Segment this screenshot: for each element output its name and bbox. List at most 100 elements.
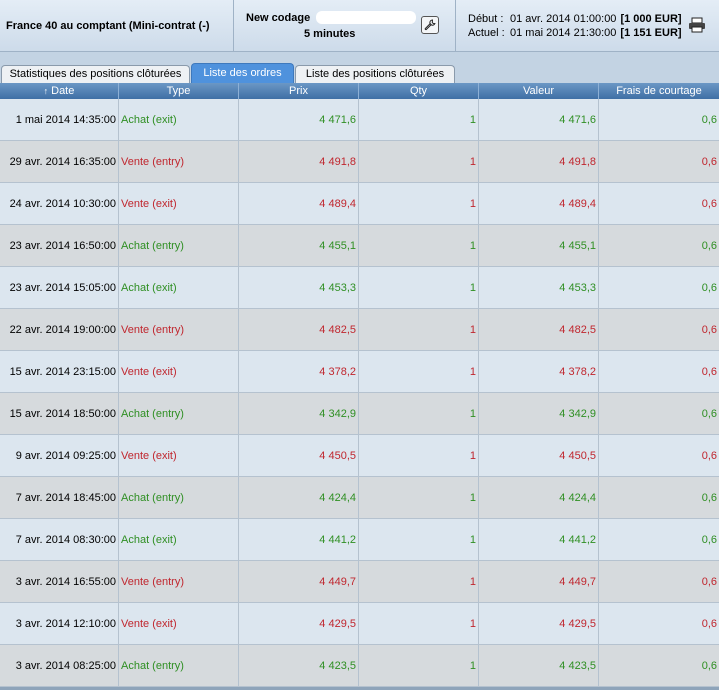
- table-row[interactable]: 15 avr. 2014 23:15:00 Vente (exit) 4 378,2…: [0, 351, 719, 393]
- order-qty: 1: [359, 225, 479, 267]
- actuel-label: Actuel :: [468, 27, 505, 39]
- tab-liste-ordres[interactable]: Liste des ordres: [191, 63, 294, 83]
- order-value: 4 441,2: [479, 519, 599, 561]
- order-price: 4 489,4: [239, 183, 359, 225]
- order-qty: 1: [359, 603, 479, 645]
- column-header-date[interactable]: ↑ Date: [0, 83, 119, 99]
- order-qty: 1: [359, 645, 479, 687]
- order-type: Achat (entry): [119, 477, 239, 519]
- column-header-frais[interactable]: Frais de courtage: [599, 83, 719, 99]
- order-type: Vente (exit): [119, 351, 239, 393]
- table-row[interactable]: 22 avr. 2014 19:00:00 Vente (entry) 4 482,…: [0, 309, 719, 351]
- printer-icon[interactable]: [686, 17, 708, 35]
- debut-value: 01 avr. 2014 01:00:00: [510, 13, 617, 25]
- codage-input[interactable]: [316, 11, 416, 24]
- order-date: 7 avr. 2014 08:30:00: [0, 519, 119, 561]
- order-price: 4 441,2: [239, 519, 359, 561]
- actuel-amount: [1 151 EUR]: [620, 27, 682, 39]
- order-price: 4 491,8: [239, 141, 359, 183]
- column-header-type[interactable]: Type: [119, 83, 239, 99]
- order-qty: 1: [359, 519, 479, 561]
- order-price: 4 342,9: [239, 393, 359, 435]
- order-qty: 1: [359, 183, 479, 225]
- table-row[interactable]: 3 avr. 2014 12:10:00 Vente (exit) 4 429,5 1…: [0, 603, 719, 645]
- orders-table: ↑ Date Type Prix Qty Valeur Frais de cour…: [0, 83, 719, 687]
- order-date: 3 avr. 2014 16:55:00: [0, 561, 119, 603]
- order-fee: 0,6: [599, 99, 719, 141]
- column-header-date-label: Date: [51, 85, 75, 97]
- table-row[interactable]: 7 avr. 2014 18:45:00 Achat (entry) 4 424,4…: [0, 477, 719, 519]
- table-row[interactable]: 23 avr. 2014 16:50:00 Achat (entry) 4 455,…: [0, 225, 719, 267]
- order-date: 23 avr. 2014 15:05:00: [0, 267, 119, 309]
- order-value: 4 378,2: [479, 351, 599, 393]
- order-qty: 1: [359, 99, 479, 141]
- table-row[interactable]: 1 mai 2014 14:35:00 Achat (exit) 4 471,6 1 4…: [0, 99, 719, 141]
- debut-line: Début : 01 avr. 2014 01:00:00 [1 000 EUR]: [468, 13, 682, 25]
- order-fee: 0,6: [599, 393, 719, 435]
- order-date: 3 avr. 2014 12:10:00: [0, 603, 119, 645]
- order-qty: 1: [359, 351, 479, 393]
- tab-positions-cloturees[interactable]: Liste des positions clôturées: [295, 65, 455, 83]
- order-price: 4 471,6: [239, 99, 359, 141]
- order-date: 9 avr. 2014 09:25:00: [0, 435, 119, 477]
- table-row[interactable]: 29 avr. 2014 16:35:00 Vente (entry) 4 491,…: [0, 141, 719, 183]
- instrument-section: France 40 au comptant (Mini-contrat (-): [0, 0, 234, 52]
- instrument-title: France 40 au comptant (Mini-contrat (-): [6, 20, 210, 32]
- table-row[interactable]: 23 avr. 2014 15:05:00 Achat (exit) 4 453,3…: [0, 267, 719, 309]
- order-qty: 1: [359, 267, 479, 309]
- order-qty: 1: [359, 435, 479, 477]
- table-row[interactable]: 15 avr. 2014 18:50:00 Achat (entry) 4 342,…: [0, 393, 719, 435]
- order-value: 4 429,5: [479, 603, 599, 645]
- table-row[interactable]: 9 avr. 2014 09:25:00 Vente (exit) 4 450,5 1…: [0, 435, 719, 477]
- order-type: Achat (exit): [119, 267, 239, 309]
- column-header-qty[interactable]: Qty: [359, 83, 479, 99]
- table-header: ↑ Date Type Prix Qty Valeur Frais de cour…: [0, 83, 719, 99]
- order-type: Achat (entry): [119, 225, 239, 267]
- order-fee: 0,6: [599, 435, 719, 477]
- order-value: 4 482,5: [479, 309, 599, 351]
- order-value: 4 423,5: [479, 645, 599, 687]
- order-fee: 0,6: [599, 519, 719, 561]
- header-bar: France 40 au comptant (Mini-contrat (-) …: [0, 0, 719, 52]
- order-type: Achat (exit): [119, 519, 239, 561]
- order-value: 4 424,4: [479, 477, 599, 519]
- order-fee: 0,6: [599, 183, 719, 225]
- order-price: 4 424,4: [239, 477, 359, 519]
- period-section: Début :01 avr. 2014 01:00:00 [1 000 EUR] …: [456, 0, 719, 52]
- order-price: 4 378,2: [239, 351, 359, 393]
- table-row[interactable]: 3 avr. 2014 08:25:00 Achat (entry) 4 423,5…: [0, 645, 719, 687]
- order-type: Achat (exit): [119, 99, 239, 141]
- tab-bar: Statistiques des positions clôturées Lis…: [0, 52, 719, 83]
- table-row[interactable]: 3 avr. 2014 16:55:00 Vente (entry) 4 449,7…: [0, 561, 719, 603]
- order-fee: 0,6: [599, 603, 719, 645]
- order-type: Vente (entry): [119, 561, 239, 603]
- column-header-valeur[interactable]: Valeur: [479, 83, 599, 99]
- order-date: 3 avr. 2014 08:25:00: [0, 645, 119, 687]
- order-date: 29 avr. 2014 16:35:00: [0, 141, 119, 183]
- order-date: 15 avr. 2014 23:15:00: [0, 351, 119, 393]
- table-row[interactable]: 7 avr. 2014 08:30:00 Achat (exit) 4 441,2 1…: [0, 519, 719, 561]
- order-price: 4 482,5: [239, 309, 359, 351]
- order-price: 4 423,5: [239, 645, 359, 687]
- order-type: Vente (entry): [119, 141, 239, 183]
- codage-label: New codage: [246, 12, 311, 24]
- codage-section: New codage 5 minutes: [234, 0, 456, 52]
- order-type: Vente (entry): [119, 309, 239, 351]
- order-date: 1 mai 2014 14:35:00: [0, 99, 119, 141]
- wrench-icon[interactable]: [421, 16, 439, 34]
- order-fee: 0,6: [599, 645, 719, 687]
- table-body: 1 mai 2014 14:35:00 Achat (exit) 4 471,6 1 4…: [0, 99, 719, 687]
- order-qty: 1: [359, 561, 479, 603]
- column-header-prix[interactable]: Prix: [239, 83, 359, 99]
- order-price: 4 449,7: [239, 561, 359, 603]
- codage-interval: 5 minutes: [304, 28, 356, 40]
- order-value: 4 491,8: [479, 141, 599, 183]
- order-date: 15 avr. 2014 18:50:00: [0, 393, 119, 435]
- table-row[interactable]: 24 avr. 2014 10:30:00 Vente (exit) 4 489,4…: [0, 183, 719, 225]
- order-date: 7 avr. 2014 18:45:00: [0, 477, 119, 519]
- order-date: 24 avr. 2014 10:30:00: [0, 183, 119, 225]
- tab-statistiques[interactable]: Statistiques des positions clôturées: [1, 65, 190, 83]
- actuel-line: Actuel : 01 mai 2014 21:30:00 [1 151 EUR]: [468, 27, 682, 39]
- order-value: 4 471,6: [479, 99, 599, 141]
- order-value: 4 453,3: [479, 267, 599, 309]
